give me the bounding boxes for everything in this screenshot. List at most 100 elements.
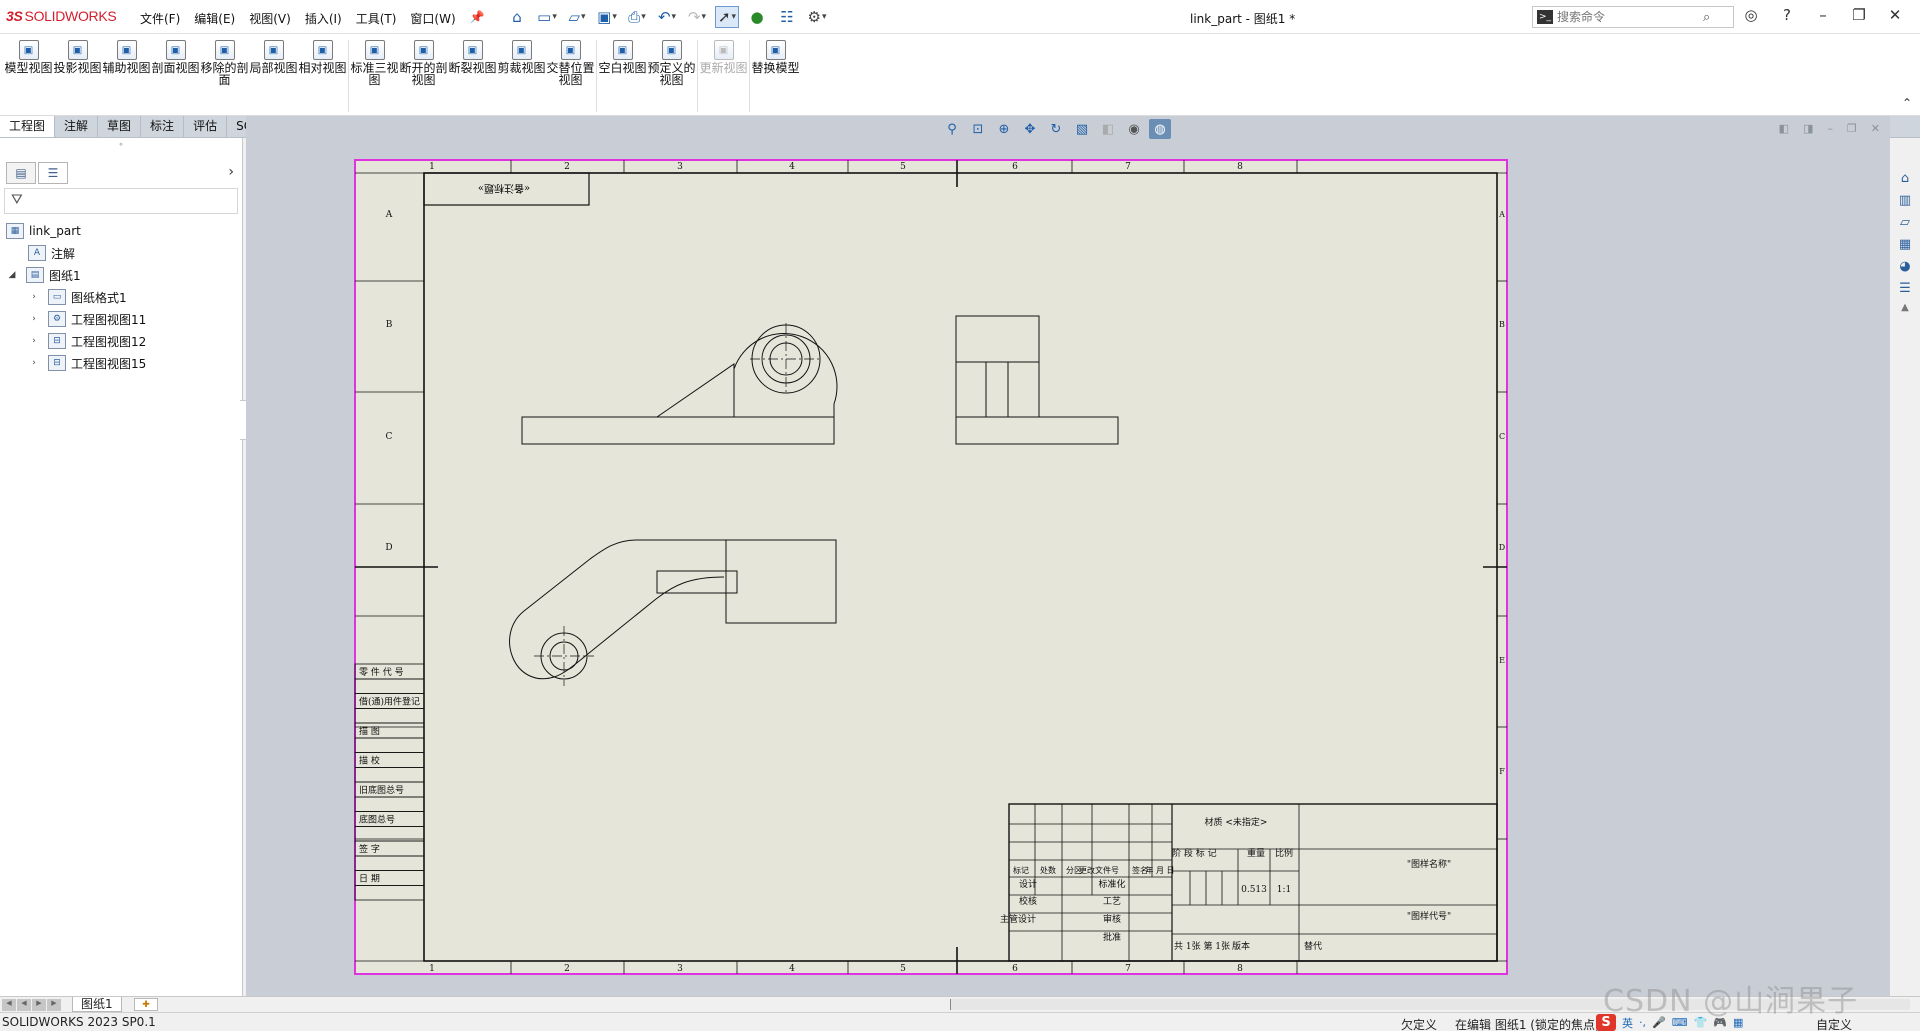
tree-node-annotations[interactable]: A 注解	[0, 242, 240, 264]
tree-node-view[interactable]: › ⊟ 工程图视图15	[0, 352, 240, 374]
zoom-to-fit-icon[interactable]: ⚲	[941, 119, 963, 139]
ribbon-tool[interactable]: ▣ 辅助视图	[102, 40, 151, 112]
expand-chevron-icon[interactable]: ›	[28, 314, 40, 324]
ribbon-tool[interactable]: ▣ 断裂视图	[448, 40, 497, 112]
search-commands-box[interactable]: >_ ⌕	[1532, 6, 1734, 28]
menu-edit[interactable]: 编辑(E)	[194, 10, 235, 27]
restore-button[interactable]: ❐	[1848, 6, 1870, 24]
tree-node-root[interactable]: ▦ link_part	[0, 220, 240, 242]
custom-properties-icon[interactable]: ☰	[1894, 278, 1916, 298]
command-tab[interactable]: 标注	[141, 116, 185, 137]
menu-tools[interactable]: 工具(T)	[356, 10, 397, 27]
last-sheet-icon[interactable]: ▶	[47, 999, 61, 1011]
search-input[interactable]	[1557, 10, 1697, 24]
add-sheet-icon[interactable]: ✚	[134, 998, 158, 1011]
zoom-to-area-icon[interactable]: ⊡	[967, 119, 989, 139]
rotate-icon[interactable]: ↻	[1045, 119, 1067, 139]
tree-node-sheet[interactable]: ◢ ▤ 图纸1	[0, 264, 240, 286]
design-library-icon[interactable]: ▥	[1894, 190, 1916, 210]
command-tab[interactable]: 工程图	[0, 116, 56, 137]
command-tab[interactable]: 草图	[98, 116, 142, 137]
file-explorer-icon[interactable]: ▱	[1894, 212, 1916, 232]
options-gear-icon[interactable]: ⚙	[805, 6, 829, 28]
revision-header: 处数	[1040, 865, 1056, 875]
ribbon-tool[interactable]: ▣ 局部视图	[249, 40, 298, 112]
menu-window[interactable]: 窗口(W)	[410, 10, 455, 27]
redo-icon[interactable]: ↷	[685, 6, 709, 28]
undo-icon[interactable]: ↶	[655, 6, 679, 28]
expand-chevron-icon[interactable]: ›	[28, 358, 40, 368]
file-properties-icon[interactable]: ☷	[775, 6, 799, 28]
doc-minimize-button[interactable]: –	[1827, 122, 1833, 135]
display-style-icon[interactable]: ▧	[1071, 119, 1093, 139]
ribbon-tool[interactable]: ▣ 预定义的视图	[647, 40, 696, 112]
panel-expand-arrow-icon[interactable]: ›	[228, 164, 234, 180]
panel-grip[interactable]: ⚬	[0, 138, 242, 160]
zone-row-label: F	[1499, 767, 1505, 776]
menu-view[interactable]: 视图(V)	[249, 10, 291, 27]
command-tab[interactable]: 评估	[184, 116, 228, 137]
ribbon-tool[interactable]: ▣ 交替位置视图	[546, 40, 595, 112]
section-view-icon[interactable]: ◧	[1097, 119, 1119, 139]
rebuild-traffic-light-icon[interactable]: ●	[745, 6, 769, 28]
doc-close-button[interactable]: ✕	[1871, 122, 1880, 135]
tree-node-sheet-format[interactable]: › ▭ 图纸格式1	[0, 286, 240, 308]
ribbon-tool[interactable]: ▣ 模型视图	[4, 40, 53, 112]
tree-node-view[interactable]: › ⊟ 工程图视图12	[0, 330, 240, 352]
first-sheet-icon[interactable]: ◀	[2, 999, 16, 1011]
sheet-tab[interactable]: 图纸1	[72, 997, 122, 1012]
command-tab[interactable]: 注解	[55, 116, 99, 137]
zoom-in-out-icon[interactable]: ⊕	[993, 119, 1015, 139]
prev-sheet-icon[interactable]: ◀	[17, 999, 31, 1011]
ribbon-tool[interactable]: ▣ 移除的剖面	[200, 40, 249, 112]
collapse-chevron-icon[interactable]: ◢	[6, 270, 18, 280]
ribbon-tool[interactable]: ▣ 断开的剖视图	[399, 40, 448, 112]
ribbon-tool[interactable]: ▣ 剪裁视图	[497, 40, 546, 112]
tree-filter-box[interactable]: ⛛	[4, 188, 238, 214]
save-icon[interactable]: ▣	[595, 6, 619, 28]
select-cursor-icon[interactable]: ➚	[715, 6, 739, 28]
pin-icon[interactable]: 📌	[470, 10, 485, 27]
search-icon[interactable]: ⌕	[1703, 10, 1710, 25]
taskpane-collapse-icon[interactable]: ▲	[1890, 302, 1920, 313]
ribbon-tool[interactable]: ▣ 空白视图	[598, 40, 647, 112]
solidworks-resources-icon[interactable]: ⌂	[1894, 168, 1916, 188]
open-folder-icon[interactable]: ▱	[565, 6, 589, 28]
doc-restore-button[interactable]: ❐	[1847, 122, 1857, 135]
home-icon[interactable]: ⌂	[505, 6, 529, 28]
tile-right-icon[interactable]: ◨	[1803, 122, 1813, 135]
expand-chevron-icon[interactable]: ›	[28, 336, 40, 346]
feature-manager-tab-icon[interactable]: ▤	[6, 162, 36, 184]
next-sheet-icon[interactable]: ▶	[32, 999, 46, 1011]
tree-node-view[interactable]: › ⚙ 工程图视图11	[0, 308, 240, 330]
view-palette-icon[interactable]: ▦	[1894, 234, 1916, 254]
solidworks-logo[interactable]: 3S SOLIDWORKS	[6, 8, 117, 24]
title-block-process: 工艺	[1103, 896, 1121, 907]
property-manager-tab-icon[interactable]: ☰	[38, 162, 68, 184]
expand-chevron-icon[interactable]: ›	[28, 292, 40, 302]
appearances-icon[interactable]: ◕	[1894, 256, 1916, 276]
ribbon-tool[interactable]: ▣ 更新视图	[699, 40, 748, 112]
ribbon-tool[interactable]: ▣ 相对视图	[298, 40, 347, 112]
hide-show-items-icon[interactable]: ◉	[1123, 119, 1145, 139]
zone-row-label: B	[1499, 320, 1505, 329]
ribbon-tool[interactable]: ▣ 投影视图	[53, 40, 102, 112]
user-account-icon[interactable]: ◎	[1740, 6, 1762, 24]
ribbon-tool[interactable]: ▣ 替换模型	[751, 40, 800, 112]
graphics-area[interactable]: ⚲ ⊡ ⊕ ✥ ↻ ▧ ◧ ◉ ◍ ◧ ◨ – ❐ ✕ 1 1 2 2 3 3 4 4 5 5 6 6…	[246, 116, 1890, 996]
ribbon-tool[interactable]: ▣ 标准三视图	[350, 40, 399, 112]
appearance-icon[interactable]: ◍	[1149, 119, 1171, 139]
drawing-sheet[interactable]: 1 1 2 2 3 3 4 4 5 5 6 6 7 7 8 8 A A B B C C D D E F «备注标题» 零 件 代 …	[354, 159, 1508, 975]
menu-file[interactable]: 文件(F)	[140, 10, 180, 27]
menu-insert[interactable]: 插入(I)	[305, 10, 342, 27]
tile-left-icon[interactable]: ◧	[1779, 122, 1789, 135]
ribbon-tool[interactable]: ▣ 剖面视图	[151, 40, 200, 112]
minimize-button[interactable]: –	[1812, 6, 1834, 24]
close-button[interactable]: ✕	[1884, 6, 1906, 24]
print-icon[interactable]: ⎙	[625, 6, 649, 28]
annotations-icon: A	[28, 245, 46, 261]
new-document-icon[interactable]: ▭	[535, 6, 559, 28]
pan-icon[interactable]: ✥	[1019, 119, 1041, 139]
collapse-ribbon-icon[interactable]: ⌃	[1902, 96, 1912, 110]
help-icon[interactable]: ?	[1776, 6, 1798, 24]
